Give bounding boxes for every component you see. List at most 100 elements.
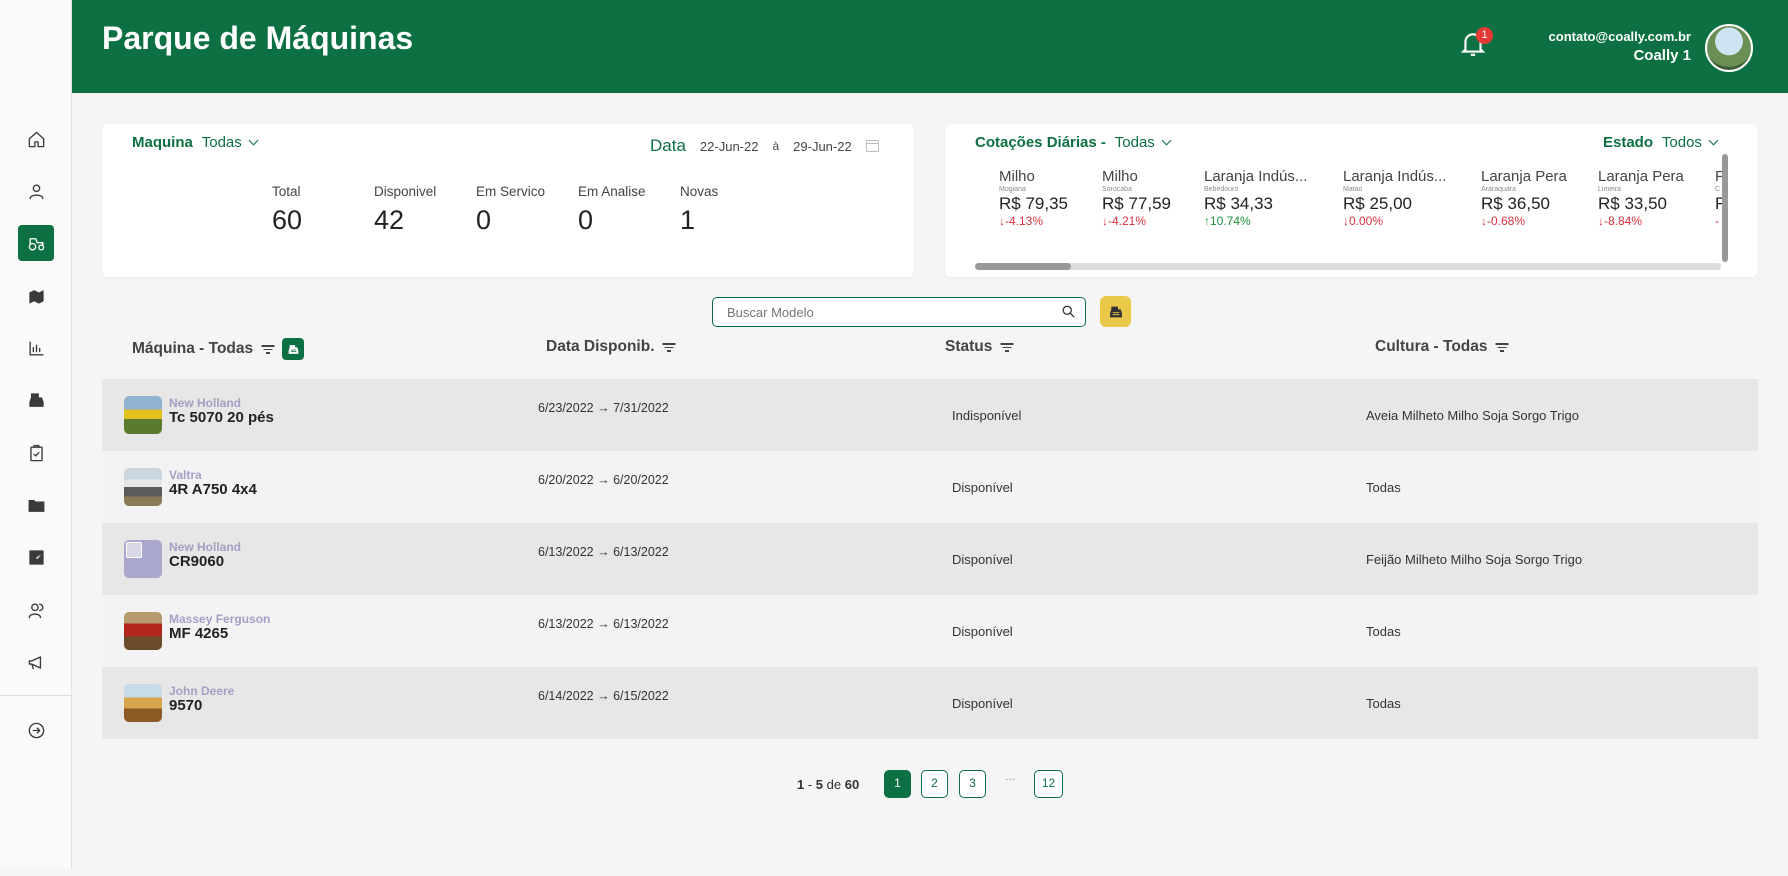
column-header-date[interactable]: Data Disponib. (546, 338, 676, 356)
table-row[interactable]: Valtra 4R A750 4x4 6/20/2022 → 6/20/2022… (102, 451, 1758, 523)
page-button[interactable]: 3 (959, 770, 986, 798)
date-filter-label: Data (650, 136, 686, 155)
search-box (712, 297, 1086, 327)
table-row[interactable]: Massey Ferguson MF 4265 6/13/2022 → 6/13… (102, 595, 1758, 667)
scrollbar-thumb[interactable] (975, 263, 1071, 270)
quote-name: F (1715, 168, 1725, 185)
machine-model: 4R A750 4x4 (169, 481, 257, 498)
folder-icon[interactable] (18, 487, 54, 523)
machine-culture: Todas (1366, 624, 1401, 639)
machine-thumbnail (124, 684, 162, 722)
machine-status: Disponível (952, 696, 1013, 711)
machine-culture: Feijão Milheto Milho Soja Sorgo Trigo (1366, 552, 1583, 567)
machine-brand: Massey Ferguson (169, 612, 271, 626)
machine-thumbnail (124, 468, 162, 506)
machine-culture: Todas (1366, 480, 1401, 495)
users-icon[interactable] (18, 592, 54, 628)
image-chart-icon[interactable] (18, 539, 54, 575)
quotes-filter[interactable]: Cotações Diárias - Todas (975, 134, 1172, 152)
machine-status: Disponível (952, 480, 1013, 495)
register-toggle-button[interactable] (282, 338, 305, 360)
avatar[interactable] (1705, 24, 1753, 72)
calendar-icon[interactable] (865, 140, 879, 152)
table-row[interactable]: John Deere 9570 6/14/2022 → 6/15/2022 Di… (102, 667, 1758, 739)
register-button[interactable] (1100, 296, 1131, 327)
quote-price: R$ 33,50 (1598, 194, 1667, 213)
date-from[interactable]: 22-Jun-22 (700, 139, 759, 154)
app-header: Parque de Máquinas 1 contato@coally.com.… (72, 0, 1788, 93)
machine-filter-label: Maquina (132, 134, 193, 151)
user-icon[interactable] (18, 173, 54, 209)
page-button[interactable]: 12 (1034, 770, 1063, 798)
machine-filter[interactable]: Maquina Todas (132, 134, 259, 152)
horizontal-scrollbar[interactable] (975, 263, 1721, 270)
filter-icon[interactable] (1495, 342, 1509, 352)
quote-item: Milho Mogiana R$ 79,35 ↓-4.13% (999, 168, 1102, 228)
stat-value: 0 (578, 205, 594, 235)
user-name: Coally 1 (1633, 47, 1691, 64)
stat-novas: Novas 1 (680, 184, 782, 236)
notification-badge: 1 (1476, 27, 1493, 44)
quotes-card: Cotações Diárias - Todas Estado Todos Mi… (945, 124, 1758, 277)
column-header-label: Status (945, 338, 993, 355)
machine-brand: John Deere (169, 684, 235, 698)
map-icon[interactable] (18, 278, 54, 314)
search-input[interactable] (725, 298, 1049, 326)
table-row[interactable]: New Holland Tc 5070 20 pés 6/23/2022 → 7… (102, 379, 1758, 451)
notifications-button[interactable]: 1 (1460, 27, 1493, 64)
quote-place: Limeira (1598, 186, 1621, 193)
home-icon[interactable] (18, 121, 54, 157)
stat-value: 60 (272, 205, 303, 235)
state-filter[interactable]: Estado Todos (1603, 134, 1719, 152)
quote-price: R$ 36,50 (1481, 194, 1550, 213)
filter-icon[interactable] (1000, 342, 1014, 352)
stat-label: Disponivel (374, 184, 437, 199)
stat-value: 42 (374, 205, 405, 235)
quote-change: ↓-8.84% (1598, 214, 1643, 228)
stat-label: Em Analise (578, 184, 646, 199)
column-header-machine[interactable]: Máquina - Todas (132, 338, 305, 360)
column-header-culture[interactable]: Cultura - Todas (1375, 338, 1509, 356)
chart-icon[interactable] (18, 330, 54, 366)
machine-summary-card: Maquina Todas Data 22-Jun-22 à 29-Jun-22… (102, 124, 914, 277)
availability-dates: 6/13/2022 → 6/13/2022 (538, 617, 669, 631)
stat-em-servico: Em Servico 0 (476, 184, 578, 236)
stat-disponivel: Disponivel 42 (374, 184, 476, 236)
vertical-scrollbar[interactable] (1722, 154, 1728, 262)
column-header-status[interactable]: Status (945, 338, 1014, 356)
machine-brand: New Holland (169, 396, 242, 410)
quote-item: F C F - (1715, 168, 1755, 228)
search-icon[interactable] (1061, 304, 1076, 319)
quote-change: ↓-4.21% (1102, 214, 1147, 228)
quote-place: Mogiana (999, 186, 1026, 193)
quote-price: F (1715, 194, 1726, 213)
quotes-list: Milho Mogiana R$ 79,35 ↓-4.13% Milho Sor… (999, 168, 1755, 228)
availability-dates: 6/13/2022 → 6/13/2022 (538, 545, 669, 559)
stat-total: Total 60 (272, 184, 374, 236)
page-button[interactable]: 2 (921, 770, 948, 798)
page-button[interactable]: 1 (884, 770, 911, 798)
megaphone-icon[interactable] (18, 644, 54, 680)
table-row[interactable]: New Holland CR9060 6/13/2022 → 6/13/2022… (102, 523, 1758, 595)
machine-thumbnail (124, 540, 162, 578)
date-to[interactable]: 29-Jun-22 (793, 139, 852, 154)
quote-item: Laranja Indús... Matao R$ 25,00 ↓0.00% (1343, 168, 1481, 228)
quote-place: Matao (1343, 186, 1363, 193)
filter-icon[interactable] (662, 342, 676, 352)
quote-price: R$ 77,59 (1102, 194, 1171, 213)
quote-change: ↓-4.13% (999, 214, 1044, 228)
machine-culture: Aveia Milheto Milho Soja Sorgo Trigo (1366, 408, 1579, 423)
chevron-down-icon (248, 135, 259, 146)
quote-change: - (1715, 214, 1719, 228)
tractor-icon[interactable] (18, 225, 54, 261)
exit-icon[interactable] (18, 712, 54, 748)
quotes-filter-value: Todas (1114, 134, 1155, 151)
quote-price: R$ 25,00 (1343, 194, 1412, 213)
register-icon[interactable] (18, 382, 54, 418)
pagination-ellipsis: ··· (1005, 774, 1015, 785)
quote-change: ↓-0.68% (1481, 214, 1526, 228)
filter-icon[interactable] (261, 344, 275, 354)
stat-em-analise: Em Analise 0 (578, 184, 680, 236)
clipboard-icon[interactable] (18, 435, 54, 471)
state-filter-value: Todos (1661, 134, 1702, 151)
